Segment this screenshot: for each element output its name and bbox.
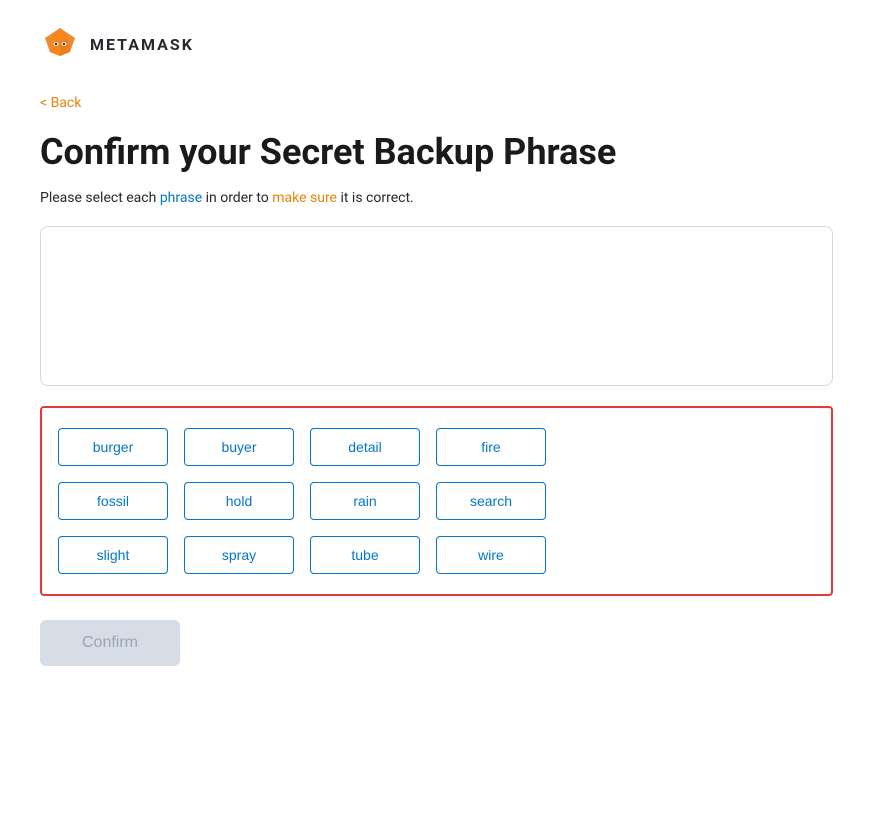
subtitle-make: make sure [272, 190, 337, 206]
subtitle-prefix: Please select each [40, 190, 160, 206]
word-chip-burger[interactable]: burger [58, 428, 168, 466]
phrase-selection-area [40, 226, 833, 386]
metamask-logo-icon [40, 24, 80, 64]
word-chip-rain[interactable]: rain [310, 482, 420, 520]
word-chip-search[interactable]: search [436, 482, 546, 520]
subtitle-suffix: it is correct. [337, 190, 414, 206]
subtitle-phrase: phrase [160, 190, 202, 206]
word-chip-spray[interactable]: spray [184, 536, 294, 574]
word-chip-hold[interactable]: hold [184, 482, 294, 520]
word-chip-fire[interactable]: fire [436, 428, 546, 466]
word-chip-slight[interactable]: slight [58, 536, 168, 574]
word-chip-tube[interactable]: tube [310, 536, 420, 574]
page-subtitle: Please select each phrase in order to ma… [40, 190, 833, 206]
word-chips-row-1: burger buyer detail fire [58, 428, 815, 466]
page-container: METAMASK < Back Confirm your Secret Back… [0, 0, 873, 706]
word-chip-buyer[interactable]: buyer [184, 428, 294, 466]
page-title: Confirm your Secret Backup Phrase [40, 131, 833, 174]
logo-text: METAMASK [90, 35, 194, 54]
word-chip-detail[interactable]: detail [310, 428, 420, 466]
word-chips-container: burger buyer detail fire fossil hold rai… [40, 406, 833, 596]
word-chip-wire[interactable]: wire [436, 536, 546, 574]
word-chips-row-3: slight spray tube wire [58, 536, 815, 574]
header: METAMASK [40, 24, 833, 64]
subtitle-middle: in order to [202, 190, 272, 206]
confirm-button[interactable]: Confirm [40, 620, 180, 666]
word-chip-fossil[interactable]: fossil [58, 482, 168, 520]
back-link[interactable]: < Back [40, 95, 81, 111]
word-chips-row-2: fossil hold rain search [58, 482, 815, 520]
